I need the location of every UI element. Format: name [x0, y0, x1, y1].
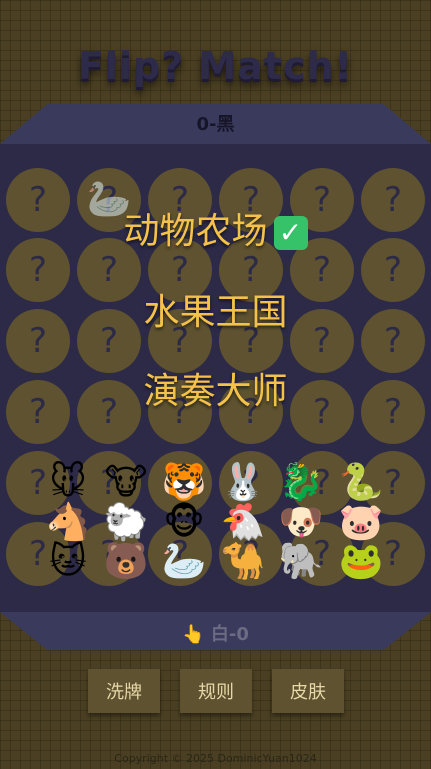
- category-option-fruit-kingdom[interactable]: 水果王国: [0, 283, 431, 335]
- white-score-text: 白-0: [210, 624, 249, 645]
- skin-button[interactable]: 皮肤: [272, 669, 344, 713]
- category-label: 演奏大师: [143, 371, 288, 412]
- hand-pointing-icon: 👆: [182, 624, 205, 645]
- category-label: 水果王国: [143, 292, 288, 333]
- black-score: 0-黑: [196, 114, 235, 135]
- category-option-animal-farm[interactable]: 动物农场 ✓: [0, 202, 431, 254]
- shuffle-button[interactable]: 洗牌: [88, 669, 160, 713]
- category-label: 动物农场: [123, 211, 268, 252]
- animal-option[interactable]: 🐸: [336, 537, 386, 587]
- white-score: 👆 白-0: [0, 620, 431, 646]
- animal-option[interactable]: 🐘: [276, 537, 326, 587]
- animal-option[interactable]: 🦢: [159, 537, 209, 587]
- game-title: Flip? Match!: [77, 44, 353, 88]
- animal-option[interactable]: 🐻: [101, 537, 151, 587]
- rules-button[interactable]: 规则: [180, 669, 252, 713]
- copyright-footer: Copyright © 2025 DominicYuan1024: [114, 752, 317, 765]
- category-option-music-master[interactable]: 演奏大师: [0, 362, 431, 414]
- animal-option[interactable]: 🐱: [43, 537, 93, 587]
- animal-option[interactable]: 🐪: [218, 537, 268, 587]
- checkmark-icon: ✓: [273, 216, 308, 250]
